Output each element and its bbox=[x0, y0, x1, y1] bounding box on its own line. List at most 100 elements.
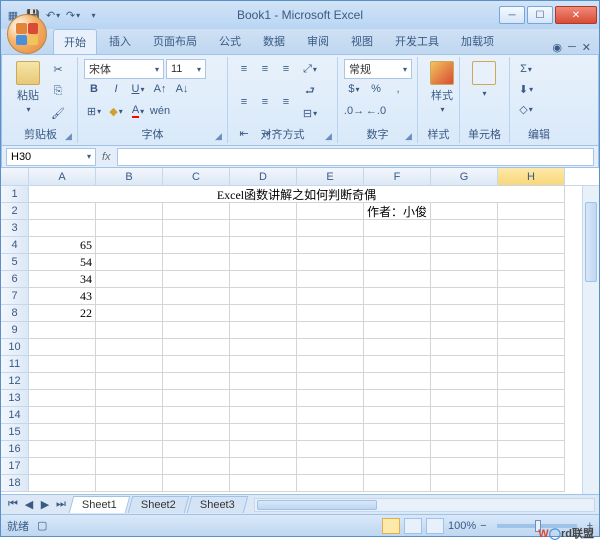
number-format-combo[interactable]: 常规▾ bbox=[344, 59, 412, 79]
clipboard-dialog-icon[interactable]: ◢ bbox=[65, 131, 75, 141]
first-sheet-icon[interactable]: ⏮ bbox=[5, 497, 21, 513]
tab-1[interactable]: 插入 bbox=[99, 29, 141, 54]
cell-C2[interactable] bbox=[163, 203, 230, 220]
tab-5[interactable]: 审阅 bbox=[297, 29, 339, 54]
bold-icon[interactable]: B bbox=[84, 79, 104, 99]
font-size-combo[interactable]: 11▾ bbox=[166, 59, 206, 79]
cell-A17[interactable] bbox=[29, 458, 96, 475]
cell-B7[interactable] bbox=[96, 288, 163, 305]
cell-D3[interactable] bbox=[230, 220, 297, 237]
cell-C7[interactable] bbox=[163, 288, 230, 305]
cell-C13[interactable] bbox=[163, 390, 230, 407]
cell-A11[interactable] bbox=[29, 356, 96, 373]
zoom-out-icon[interactable]: − bbox=[480, 520, 486, 532]
cell-D14[interactable] bbox=[230, 407, 297, 424]
cell-C8[interactable] bbox=[163, 305, 230, 322]
cell-F18[interactable] bbox=[364, 475, 431, 492]
cell-C12[interactable] bbox=[163, 373, 230, 390]
cell-A14[interactable] bbox=[29, 407, 96, 424]
row-header-4[interactable]: 4 bbox=[1, 237, 29, 254]
tab-6[interactable]: 视图 bbox=[341, 29, 383, 54]
cell-E4[interactable] bbox=[297, 237, 364, 254]
cell-B2[interactable] bbox=[96, 203, 163, 220]
align-left-icon[interactable]: ≡ bbox=[234, 92, 254, 112]
sheet-tab-Sheet3[interactable]: Sheet3 bbox=[186, 496, 247, 513]
cut-icon[interactable]: ✂ bbox=[48, 59, 68, 79]
cell-B6[interactable] bbox=[96, 271, 163, 288]
cell-H2[interactable] bbox=[498, 203, 565, 220]
row-header-16[interactable]: 16 bbox=[1, 441, 29, 458]
cell-C17[interactable] bbox=[163, 458, 230, 475]
cell-G12[interactable] bbox=[431, 373, 498, 390]
cells-button[interactable]: ▾ bbox=[466, 59, 502, 98]
percent-icon[interactable]: % bbox=[366, 79, 386, 99]
align-middle-icon[interactable]: ≡ bbox=[255, 59, 275, 79]
cell-F6[interactable] bbox=[364, 271, 431, 288]
cell-D13[interactable] bbox=[230, 390, 297, 407]
font-name-combo[interactable]: 宋体▾ bbox=[84, 59, 164, 79]
cell-F2[interactable]: 作者：小俊 bbox=[364, 203, 431, 220]
qat-more-icon[interactable]: ▾ bbox=[85, 7, 101, 23]
tab-8[interactable]: 加载项 bbox=[451, 29, 504, 54]
cell-B18[interactable] bbox=[96, 475, 163, 492]
col-header-H[interactable]: H bbox=[498, 168, 565, 185]
cell-B15[interactable] bbox=[96, 424, 163, 441]
cell-E2[interactable] bbox=[297, 203, 364, 220]
align-dialog-icon[interactable]: ◢ bbox=[325, 131, 335, 141]
cell-G15[interactable] bbox=[431, 424, 498, 441]
cell-C15[interactable] bbox=[163, 424, 230, 441]
cell-C5[interactable] bbox=[163, 254, 230, 271]
cell-H10[interactable] bbox=[498, 339, 565, 356]
row-header-1[interactable]: 1 bbox=[1, 186, 29, 203]
cell-C11[interactable] bbox=[163, 356, 230, 373]
undo-icon[interactable]: ↶▾ bbox=[45, 7, 61, 23]
cell-B9[interactable] bbox=[96, 322, 163, 339]
cell-F4[interactable] bbox=[364, 237, 431, 254]
cell-E7[interactable] bbox=[297, 288, 364, 305]
col-header-B[interactable]: B bbox=[96, 168, 163, 185]
orientation-icon[interactable]: ⤢▾ bbox=[300, 59, 320, 79]
wrap-text-icon[interactable]: ⮐ bbox=[300, 81, 320, 101]
cell-A7[interactable]: 43 bbox=[29, 288, 96, 305]
select-all-corner[interactable] bbox=[1, 168, 29, 185]
cell-D6[interactable] bbox=[230, 271, 297, 288]
fill-icon[interactable]: ⬇▾ bbox=[516, 79, 536, 99]
cell-F7[interactable] bbox=[364, 288, 431, 305]
cell-B12[interactable] bbox=[96, 373, 163, 390]
zoom-level[interactable]: 100% bbox=[448, 520, 476, 532]
cell-F5[interactable] bbox=[364, 254, 431, 271]
cell-H18[interactable] bbox=[498, 475, 565, 492]
row-header-10[interactable]: 10 bbox=[1, 339, 29, 356]
cell-A6[interactable]: 34 bbox=[29, 271, 96, 288]
cell-E9[interactable] bbox=[297, 322, 364, 339]
maximize-button[interactable]: ☐ bbox=[527, 6, 553, 24]
grow-font-icon[interactable]: A↑ bbox=[150, 79, 170, 99]
cell-F17[interactable] bbox=[364, 458, 431, 475]
row-header-6[interactable]: 6 bbox=[1, 271, 29, 288]
prev-sheet-icon[interactable]: ◀ bbox=[21, 497, 37, 513]
cell-E8[interactable] bbox=[297, 305, 364, 322]
cell-D18[interactable] bbox=[230, 475, 297, 492]
close-button[interactable]: ✕ bbox=[555, 6, 597, 24]
cell-B4[interactable] bbox=[96, 237, 163, 254]
horizontal-scrollbar[interactable] bbox=[254, 498, 595, 512]
cell-H16[interactable] bbox=[498, 441, 565, 458]
cell-G13[interactable] bbox=[431, 390, 498, 407]
col-header-F[interactable]: F bbox=[364, 168, 431, 185]
cell-A5[interactable]: 54 bbox=[29, 254, 96, 271]
row-header-12[interactable]: 12 bbox=[1, 373, 29, 390]
cell-D10[interactable] bbox=[230, 339, 297, 356]
cell-D11[interactable] bbox=[230, 356, 297, 373]
cell-E3[interactable] bbox=[297, 220, 364, 237]
row-header-13[interactable]: 13 bbox=[1, 390, 29, 407]
cell-D8[interactable] bbox=[230, 305, 297, 322]
merge-icon[interactable]: ⊟▾ bbox=[300, 103, 320, 123]
formula-bar[interactable] bbox=[117, 148, 594, 166]
cell-F15[interactable] bbox=[364, 424, 431, 441]
font-color-icon[interactable]: A▾ bbox=[128, 101, 148, 121]
cell-H5[interactable] bbox=[498, 254, 565, 271]
cell-F16[interactable] bbox=[364, 441, 431, 458]
col-header-C[interactable]: C bbox=[163, 168, 230, 185]
paste-button[interactable]: 粘贴 ▾ bbox=[10, 59, 46, 123]
format-painter-icon[interactable]: 🖌 bbox=[48, 103, 68, 123]
